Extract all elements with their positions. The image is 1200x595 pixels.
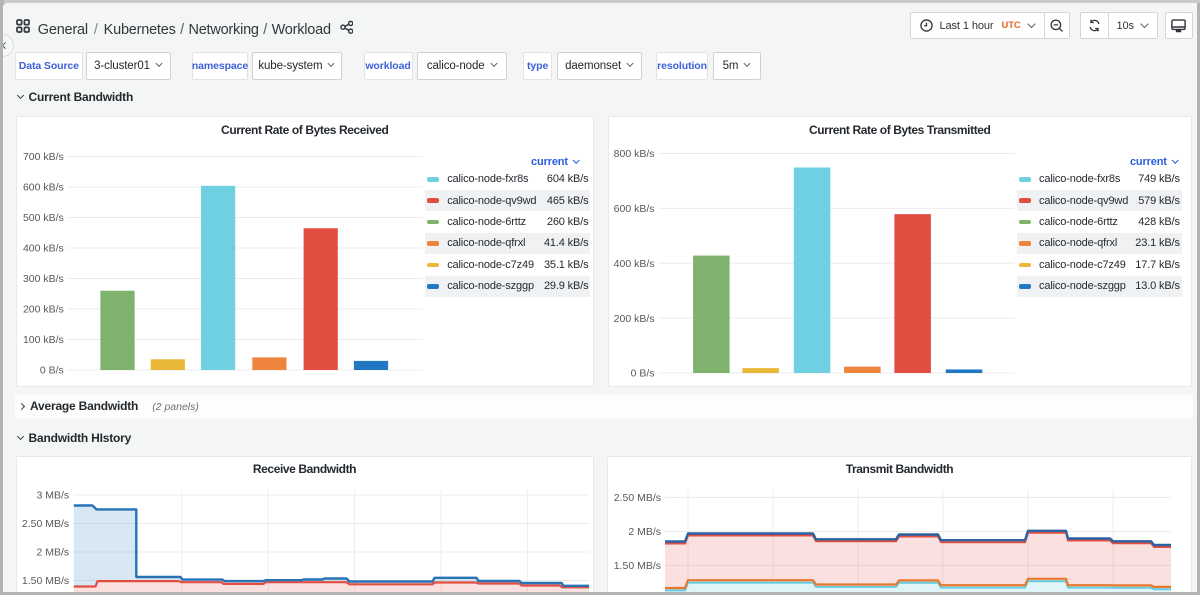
- svg-text:200 kB/s: 200 kB/s: [613, 313, 654, 325]
- svg-text:0 B/s: 0 B/s: [40, 365, 64, 377]
- svg-text:600 kB/s: 600 kB/s: [23, 182, 64, 194]
- svg-text:1.50 MB/s: 1.50 MB/s: [614, 560, 661, 572]
- svg-text:400 kB/s: 400 kB/s: [23, 243, 64, 255]
- svg-text:600 kB/s: 600 kB/s: [613, 203, 654, 215]
- svg-text:800 kB/s: 800 kB/s: [613, 148, 654, 160]
- svg-text:300 kB/s: 300 kB/s: [23, 273, 64, 285]
- svg-text:1.50 MB/s: 1.50 MB/s: [21, 575, 68, 587]
- svg-text:0 B/s: 0 B/s: [630, 368, 654, 380]
- svg-text:200 kB/s: 200 kB/s: [23, 304, 64, 316]
- svg-text:2.50 MB/s: 2.50 MB/s: [21, 518, 68, 530]
- svg-text:500 kB/s: 500 kB/s: [23, 212, 64, 224]
- svg-text:2.50 MB/s: 2.50 MB/s: [614, 492, 661, 504]
- svg-text:2 MB/s: 2 MB/s: [628, 526, 661, 538]
- svg-text:100 kB/s: 100 kB/s: [23, 334, 64, 346]
- svg-text:700 kB/s: 700 kB/s: [23, 151, 64, 163]
- svg-text:2 MB/s: 2 MB/s: [36, 546, 69, 558]
- svg-text:400 kB/s: 400 kB/s: [613, 258, 654, 270]
- svg-text:3 MB/s: 3 MB/s: [36, 489, 69, 501]
